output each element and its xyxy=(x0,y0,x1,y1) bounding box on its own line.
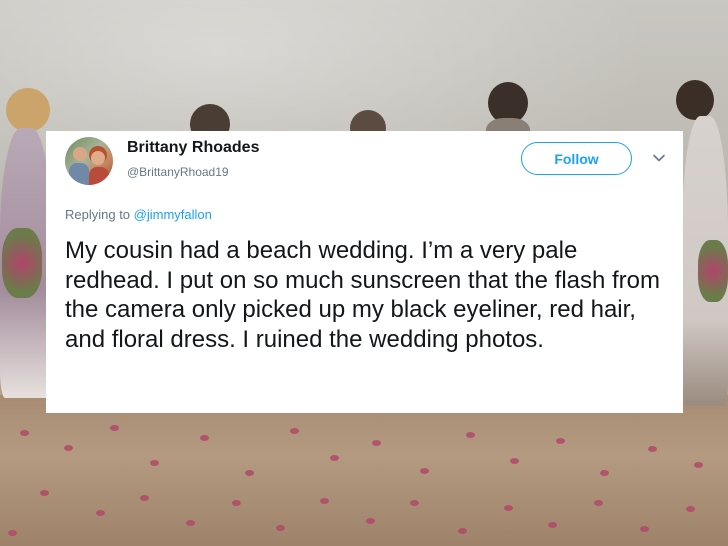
petal xyxy=(640,526,649,532)
chevron-down-icon[interactable] xyxy=(652,151,666,165)
petal xyxy=(186,520,195,526)
petal xyxy=(96,510,105,516)
author-handle[interactable]: @BrittanyRhoad19 xyxy=(127,165,229,179)
petal xyxy=(140,495,149,501)
petal xyxy=(276,525,285,531)
petal xyxy=(372,440,381,446)
avatar-person-face xyxy=(73,147,87,161)
tweet-text: My cousin had a beach wedding. I’m a ver… xyxy=(65,237,661,353)
petal xyxy=(510,458,519,464)
petal xyxy=(200,435,209,441)
petal xyxy=(40,490,49,496)
tweet-card: Brittany Rhoades @BrittanyRhoad19 Follow… xyxy=(46,131,683,413)
bouquet xyxy=(2,228,42,298)
petal xyxy=(150,460,159,466)
follow-button[interactable]: Follow xyxy=(521,142,632,175)
replying-prefix: Replying to xyxy=(65,207,131,222)
petal xyxy=(556,438,565,444)
bouquet xyxy=(698,240,728,302)
reply-mention-link[interactable]: @jimmyfallon xyxy=(134,207,212,222)
guest-head xyxy=(676,80,714,120)
petal xyxy=(290,428,299,434)
petal xyxy=(694,462,703,468)
avatar-person-body xyxy=(89,167,109,185)
petal xyxy=(466,432,475,438)
petal xyxy=(600,470,609,476)
petal xyxy=(8,530,17,536)
author-name[interactable]: Brittany Rhoades xyxy=(127,139,259,157)
petal xyxy=(410,500,419,506)
petal xyxy=(420,468,429,474)
petal xyxy=(232,500,241,506)
sand xyxy=(0,395,728,546)
petal xyxy=(64,445,73,451)
petal xyxy=(330,455,339,461)
petal xyxy=(458,528,467,534)
avatar-person-body xyxy=(69,163,89,185)
petal xyxy=(548,522,557,528)
petal xyxy=(686,506,695,512)
guest-head xyxy=(6,88,50,132)
avatar-person-face xyxy=(91,151,105,165)
petal xyxy=(594,500,603,506)
petal xyxy=(366,518,375,524)
petal xyxy=(320,498,329,504)
avatar[interactable] xyxy=(65,137,113,185)
petal xyxy=(648,446,657,452)
petal xyxy=(110,425,119,431)
petal xyxy=(245,470,254,476)
petal xyxy=(504,505,513,511)
petal xyxy=(20,430,29,436)
replying-to: Replying to @jimmyfallon xyxy=(65,207,212,222)
